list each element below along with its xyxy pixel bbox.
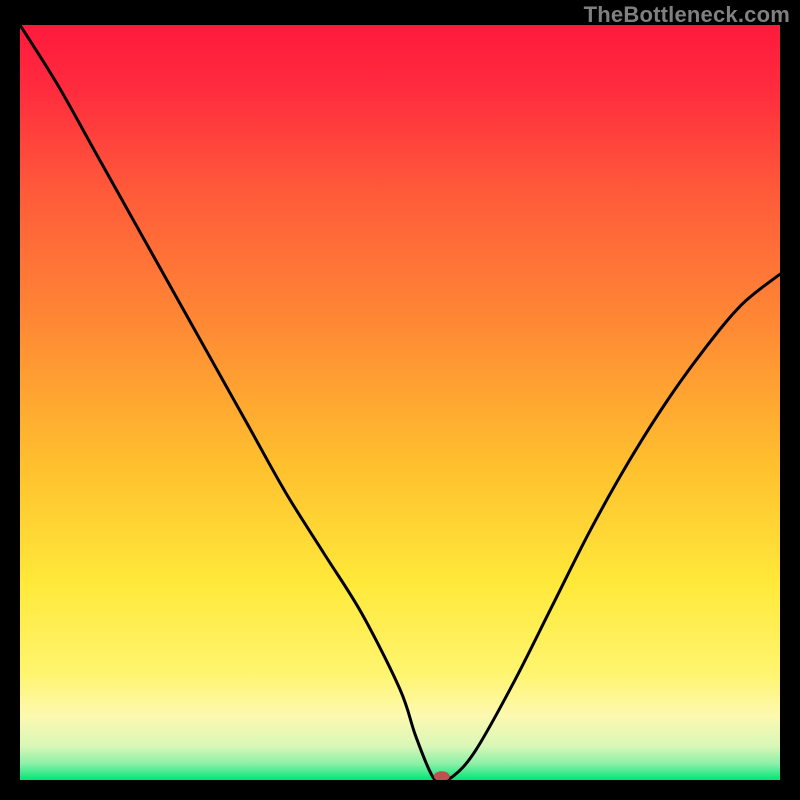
plot-area	[20, 25, 780, 780]
watermark-text: TheBottleneck.com	[584, 2, 790, 28]
chart-frame: TheBottleneck.com	[0, 0, 800, 800]
chart-svg	[20, 25, 780, 780]
